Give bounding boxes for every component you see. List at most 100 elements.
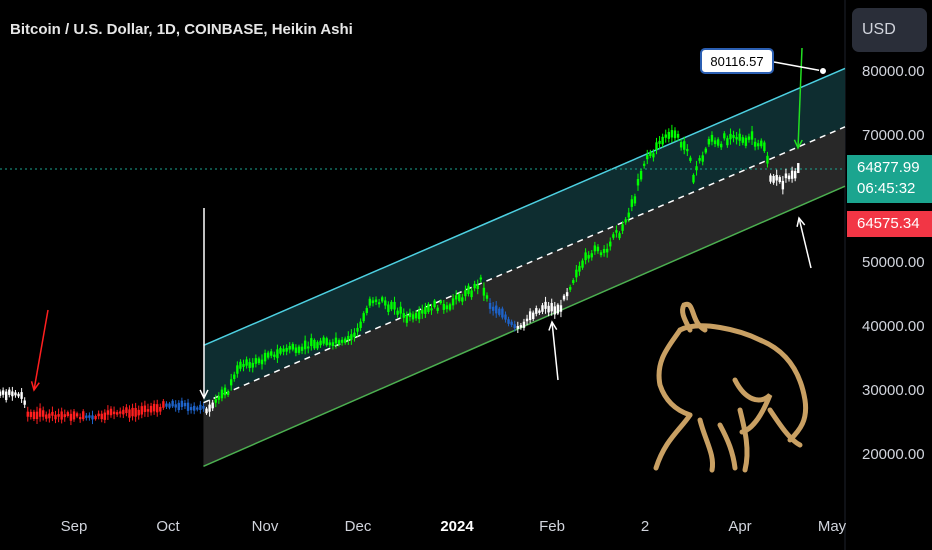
candle-body bbox=[205, 408, 208, 414]
candle-body bbox=[605, 248, 609, 253]
candle-body bbox=[97, 413, 100, 417]
candle-body bbox=[646, 154, 649, 160]
candle-body bbox=[359, 321, 362, 328]
candle-body bbox=[106, 410, 110, 415]
candle-body bbox=[72, 411, 76, 420]
white-arrow bbox=[551, 321, 559, 381]
candle-body bbox=[316, 342, 319, 349]
candle-body bbox=[454, 295, 458, 300]
candle-body bbox=[177, 402, 180, 411]
price-tick: 40000.00 bbox=[862, 318, 925, 335]
candle-body bbox=[285, 347, 288, 352]
candle-body bbox=[612, 234, 615, 238]
candle-body bbox=[279, 347, 282, 354]
candle-body bbox=[726, 138, 729, 146]
candle-body bbox=[414, 312, 418, 319]
candle-body bbox=[399, 306, 402, 314]
candle-body bbox=[149, 405, 153, 413]
candle-body bbox=[282, 348, 285, 352]
candle-body bbox=[100, 413, 103, 420]
candle-body bbox=[17, 393, 20, 397]
candle-body bbox=[168, 403, 171, 408]
candle-body bbox=[189, 407, 193, 411]
candle-body bbox=[266, 352, 270, 358]
candle-body bbox=[297, 346, 301, 353]
candle-body bbox=[294, 347, 298, 353]
candle-body bbox=[365, 308, 368, 313]
candle-body bbox=[307, 346, 310, 349]
candle-body bbox=[621, 224, 624, 231]
time-label: May bbox=[817, 518, 847, 535]
candle-body bbox=[448, 304, 452, 310]
candle-body bbox=[350, 334, 353, 340]
bull-logo bbox=[697, 417, 716, 473]
candle-body bbox=[442, 303, 446, 310]
candle-body bbox=[639, 170, 643, 180]
candle-body bbox=[88, 415, 91, 418]
candle-body bbox=[683, 141, 686, 150]
candle-body bbox=[732, 135, 735, 138]
candle-body bbox=[328, 342, 332, 346]
candle-body bbox=[29, 411, 33, 417]
candle-body bbox=[760, 140, 763, 147]
candle-body bbox=[291, 344, 295, 350]
candle-body bbox=[236, 365, 239, 374]
candle-body bbox=[196, 407, 199, 410]
candle-body bbox=[633, 196, 637, 204]
candle-body bbox=[122, 409, 125, 415]
candle-body bbox=[214, 399, 217, 403]
candle-body bbox=[535, 308, 538, 314]
candle-body bbox=[609, 241, 612, 247]
candle-body bbox=[615, 230, 618, 233]
candle-body bbox=[716, 139, 720, 146]
bull-logo bbox=[737, 407, 750, 473]
candle-body bbox=[94, 415, 97, 420]
candle-body bbox=[408, 312, 412, 318]
candle-body bbox=[260, 359, 264, 365]
candle-body bbox=[436, 307, 439, 311]
candle-body bbox=[353, 332, 356, 338]
candle-body bbox=[140, 406, 144, 415]
candle-body bbox=[174, 404, 177, 408]
currency-button[interactable]: USD bbox=[852, 8, 927, 52]
candle-body bbox=[562, 295, 566, 300]
candle-body bbox=[313, 339, 316, 349]
candle-body bbox=[229, 379, 233, 386]
candle-body bbox=[473, 283, 476, 289]
time-label: 2 bbox=[640, 518, 650, 535]
candle-body bbox=[125, 407, 128, 414]
candle-body bbox=[451, 298, 455, 306]
candle-body bbox=[723, 133, 726, 139]
candle-body bbox=[20, 392, 23, 399]
price-tick: 30000.00 bbox=[862, 382, 925, 399]
candle-body bbox=[319, 340, 322, 346]
price-tick: 80000.00 bbox=[862, 63, 925, 80]
candle-body bbox=[186, 402, 190, 411]
candle-body bbox=[544, 301, 547, 309]
candle-body bbox=[233, 374, 236, 379]
candle-body bbox=[593, 245, 597, 252]
candle-body bbox=[245, 359, 248, 366]
candle-body bbox=[636, 179, 640, 186]
candle-body bbox=[217, 396, 221, 400]
candle-body bbox=[658, 140, 661, 144]
candle-body bbox=[192, 405, 196, 411]
candle-body bbox=[470, 290, 473, 298]
candle-body bbox=[525, 318, 529, 322]
candle-body bbox=[790, 170, 794, 179]
candle-body bbox=[384, 300, 387, 306]
price-chart[interactable] bbox=[0, 0, 932, 550]
white-arrow bbox=[798, 217, 812, 269]
price-tick: 70000.00 bbox=[862, 127, 925, 144]
callout-anchor bbox=[819, 67, 827, 75]
candle-body bbox=[433, 300, 436, 308]
candle-body bbox=[701, 155, 704, 162]
candle-body bbox=[276, 349, 279, 359]
candle-body bbox=[516, 326, 520, 329]
candle-body bbox=[421, 309, 424, 314]
candle-body bbox=[778, 177, 781, 183]
candle-body bbox=[220, 389, 224, 399]
candle-body bbox=[254, 358, 258, 364]
candle-body bbox=[689, 157, 692, 161]
candle-body bbox=[781, 180, 785, 190]
